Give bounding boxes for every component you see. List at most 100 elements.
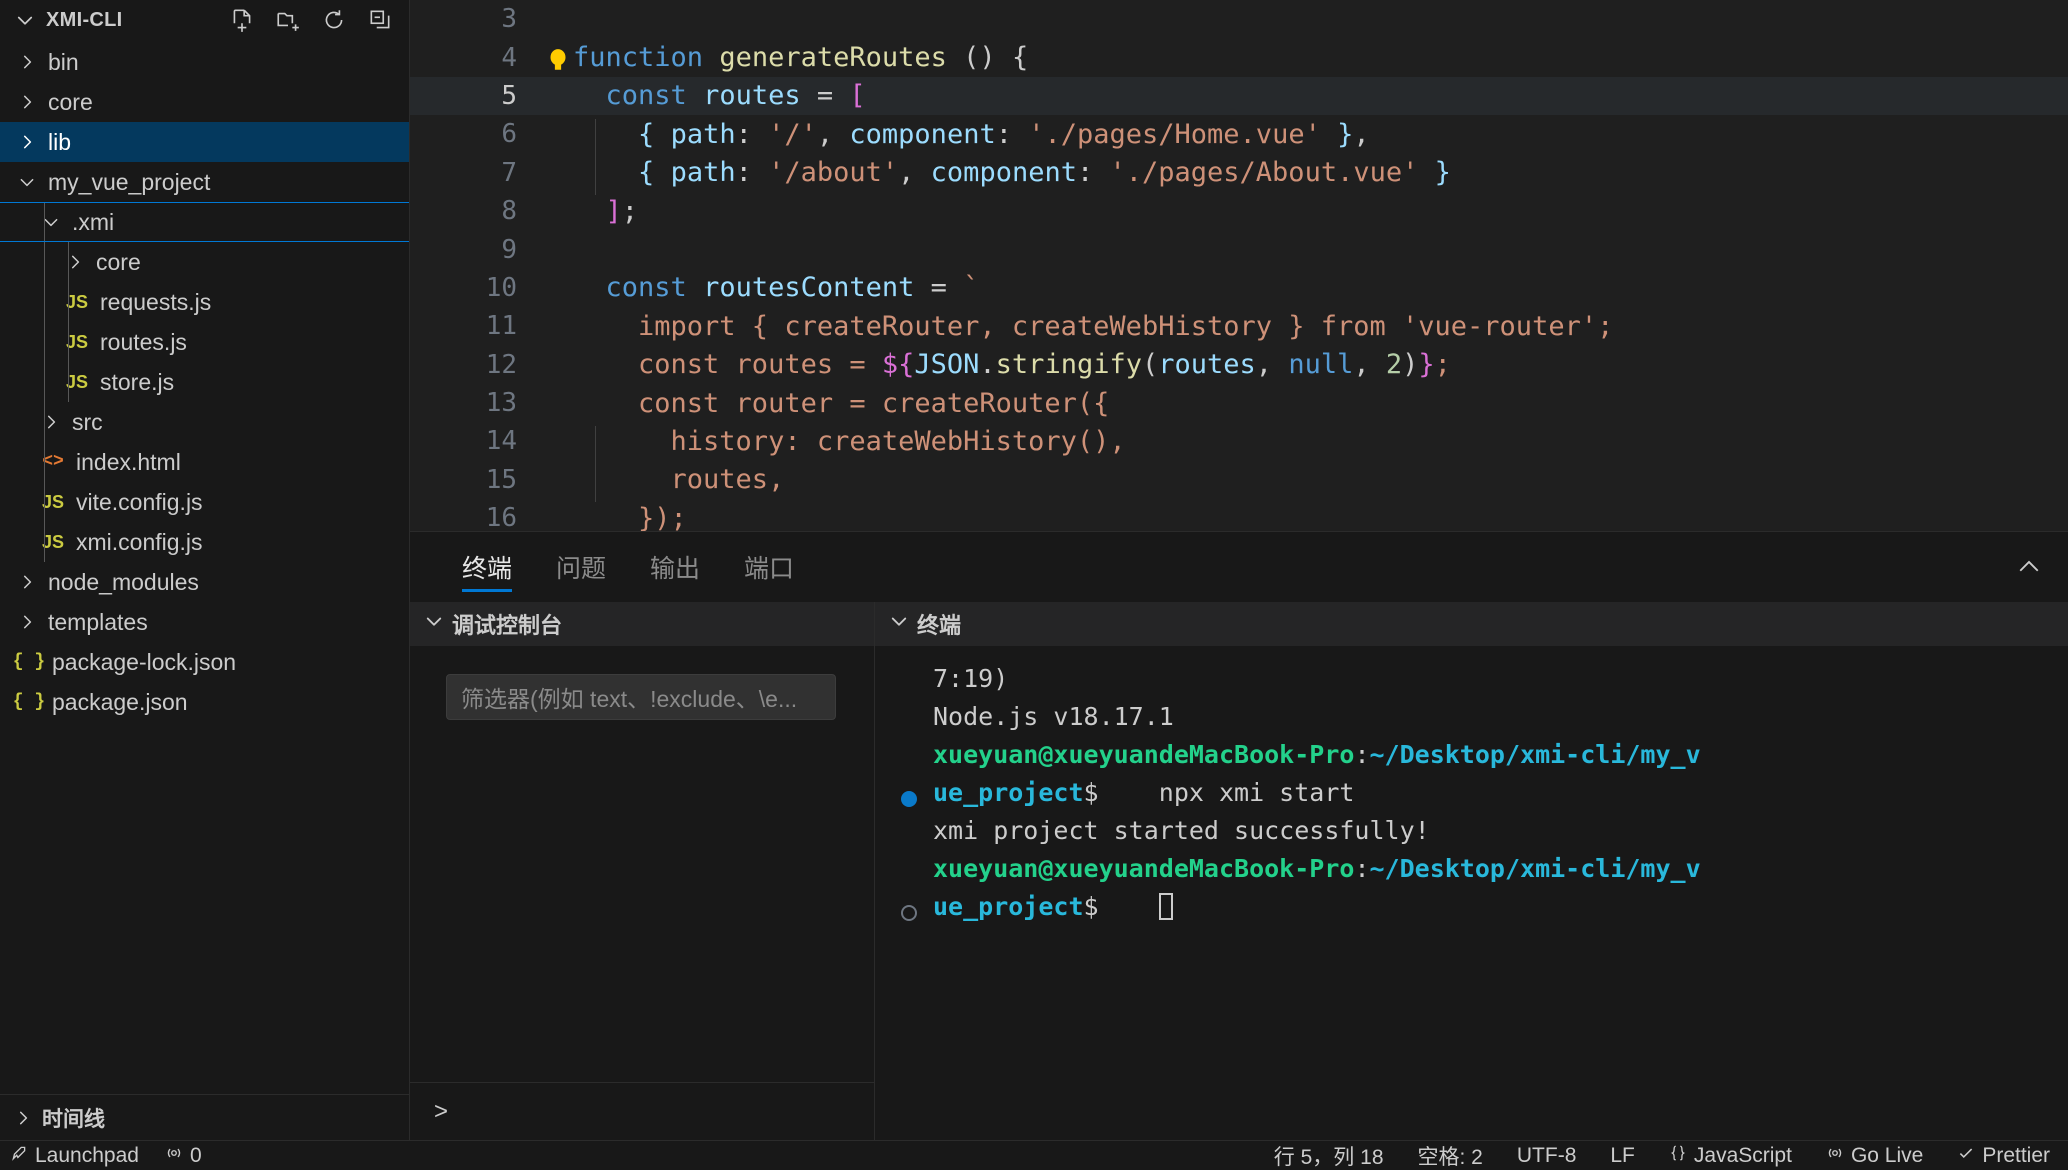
code-token: { xyxy=(638,118,655,150)
timeline-section[interactable]: 时间线 xyxy=(0,1094,409,1140)
collapse-all-icon[interactable] xyxy=(365,5,395,35)
chevron-down-icon xyxy=(424,611,444,637)
panel-tab-输出[interactable]: 输出 xyxy=(628,532,722,602)
panel-tab-bar[interactable]: 终端 问题 输出 端口 xyxy=(410,532,2068,602)
debug-console-header[interactable]: 调试控制台 xyxy=(410,602,874,646)
tree-item-package-lock-json[interactable]: { } package-lock.json xyxy=(0,642,409,682)
line-number: 8 xyxy=(501,196,517,227)
code-token: } xyxy=(1418,349,1435,381)
tree-item-node-modules[interactable]: node_modules xyxy=(0,562,409,602)
tree-item-src[interactable]: src xyxy=(0,402,409,442)
code-line-3[interactable]: 3 xyxy=(410,0,2068,38)
terminal-line: xmi project started successfully! xyxy=(899,812,2068,850)
code-line-6[interactable]: 6 { path: '/', component: './pages/Home.… xyxy=(410,115,2068,157)
code-line-8[interactable]: 8 ]; xyxy=(410,192,2068,230)
tree-item-store-js[interactable]: JS store.js xyxy=(0,362,409,402)
tree-item-package-json[interactable]: { } package.json xyxy=(0,682,409,722)
code-line-15[interactable]: 15 routes, xyxy=(410,461,2068,503)
refresh-icon[interactable] xyxy=(319,5,349,35)
code-line-4[interactable]: 4 function generateRoutes () { xyxy=(410,38,2068,76)
tree-item-label: src xyxy=(72,408,103,435)
status-radio-tower[interactable]: 0 xyxy=(165,1144,202,1168)
tree-item-index-html[interactable]: <> index.html xyxy=(0,442,409,482)
status-prettier[interactable]: Prettier xyxy=(1957,1144,2050,1168)
terminal-line: ue_project$ xyxy=(899,888,2068,926)
code-line-7[interactable]: 7 { path: '/about', component: './pages/… xyxy=(410,154,2068,196)
code-token: routes, xyxy=(573,464,785,496)
status-line-col[interactable]: 行 5，列 18 xyxy=(1274,1141,1384,1170)
tree-item-core[interactable]: core xyxy=(0,82,409,122)
code-token: '/' xyxy=(768,118,817,150)
line-number: 10 xyxy=(485,272,517,303)
new-folder-icon[interactable] xyxy=(273,5,303,35)
tree-item-xmi-config-js[interactable]: JS xmi.config.js xyxy=(0,522,409,562)
debug-repl-input[interactable]: > xyxy=(410,1082,874,1140)
new-file-icon[interactable] xyxy=(227,5,257,35)
chevron-right-icon xyxy=(12,53,42,71)
debug-filter-input[interactable]: 筛选器(例如 text、!exclude、\e... xyxy=(446,674,836,720)
tree-item-templates[interactable]: templates xyxy=(0,602,409,642)
tree-item-lib[interactable]: lib xyxy=(0,122,409,162)
chevron-down-icon xyxy=(12,173,42,191)
line-number: 14 xyxy=(485,426,517,457)
terminal-title: 终端 xyxy=(917,613,962,638)
editor-and-panel: 3 4 function generateRoutes () {5 const ro… xyxy=(410,0,2068,1140)
panel-tab-问题[interactable]: 问题 xyxy=(534,532,628,602)
terminal-line: 7:19) xyxy=(899,660,2068,698)
tree-item-label: package-lock.json xyxy=(52,648,237,675)
code-line-5[interactable]: 5 const routes = [ xyxy=(410,76,2068,116)
code-token: : xyxy=(1076,157,1110,189)
code-token: : xyxy=(735,157,769,189)
line-number: 16 xyxy=(485,503,517,531)
tree-item-requests-js[interactable]: JS requests.js xyxy=(0,282,409,322)
code-token: path xyxy=(670,157,736,189)
status-bar-left: Launchpad 0 xyxy=(0,1144,202,1168)
code-token: , xyxy=(1353,118,1370,150)
terminal-body[interactable]: 7:19) Node.js v18.17.1 xueyuan@xueyuandeMa… xyxy=(875,646,2068,1140)
lightbulb-icon[interactable] xyxy=(548,48,568,74)
status-label: LF xyxy=(1610,1143,1635,1167)
code-line-9[interactable]: 9 xyxy=(410,230,2068,268)
tree-item-routes-js[interactable]: JS routes.js xyxy=(0,322,409,362)
status-launchpad[interactable]: Launchpad xyxy=(10,1144,139,1168)
code-line-14[interactable]: 14 history: createWebHistory(), xyxy=(410,422,2068,464)
tree-item-vite-config-js[interactable]: JS vite.config.js xyxy=(0,482,409,522)
code-line-11[interactable]: 11 import { createRouter, createWebHisto… xyxy=(410,307,2068,345)
tree-item-core[interactable]: core xyxy=(0,242,409,282)
panel-tab-终端[interactable]: 终端 xyxy=(440,532,534,602)
chevron-up-icon[interactable] xyxy=(2012,550,2046,584)
code-token: , xyxy=(1255,349,1289,381)
status-language-mode[interactable]: JavaScript xyxy=(1669,1144,1792,1168)
terminal-text: ~/Desktop/xmi-cli/my_v xyxy=(1369,854,1701,883)
chevron-down-icon[interactable] xyxy=(12,7,38,33)
status-encoding[interactable]: UTF-8 xyxy=(1517,1144,1577,1168)
file-tree[interactable]: bin core lib my_vue_project .xmi core JS reques… xyxy=(0,40,409,1094)
tree-item-my-vue-project[interactable]: my_vue_project xyxy=(0,162,409,202)
code-line-16[interactable]: 16 }); xyxy=(410,499,2068,531)
tree-item-label: my_vue_project xyxy=(48,168,211,195)
code-line-13[interactable]: 13 const router = createRouter({ xyxy=(410,384,2068,422)
status-eol[interactable]: LF xyxy=(1610,1144,1635,1168)
status-bar-right: 行 5，列 18 空格: 2 UTF-8 LF JavaScript Go Live Pre… xyxy=(1274,1141,2068,1170)
tree-item--xmi[interactable]: .xmi xyxy=(0,202,409,242)
chevron-down-icon xyxy=(889,611,909,637)
code-lines[interactable]: 3 4 function generateRoutes () {5 const ro… xyxy=(410,0,2068,531)
panel-tab-端口[interactable]: 端口 xyxy=(722,532,816,602)
terminal-output[interactable]: 7:19) Node.js v18.17.1 xueyuan@xueyuandeMa… xyxy=(875,646,2068,926)
code-line-10[interactable]: 10 const routesContent = ` xyxy=(410,269,2068,307)
code-token: const xyxy=(605,80,687,112)
tree-item-bin[interactable]: bin xyxy=(0,42,409,82)
code-editor[interactable]: 3 4 function generateRoutes () {5 const ro… xyxy=(410,0,2068,531)
status-label: Prettier xyxy=(1982,1143,2050,1167)
terminal-line: xueyuan@xueyuandeMacBook-Pro:~/Desktop/x… xyxy=(899,850,2068,888)
status-indentation[interactable]: 空格: 2 xyxy=(1418,1141,1483,1170)
tree-item-label: routes.js xyxy=(100,328,187,355)
status-go-live[interactable]: Go Live xyxy=(1826,1144,1923,1168)
terminal-text: : xyxy=(1354,854,1370,883)
code-token: ] xyxy=(605,195,622,227)
code-line-12[interactable]: 12 const routes = ${JSON.stringify(route… xyxy=(410,346,2068,384)
terminal-header[interactable]: 终端 xyxy=(875,602,2068,646)
